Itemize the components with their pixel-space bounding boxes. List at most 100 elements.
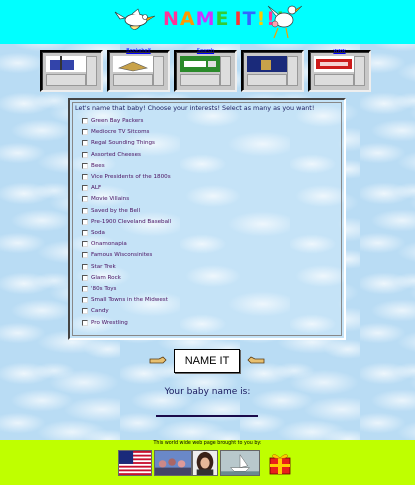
- ad-caption[interactable]: Bookshelf: [109, 48, 168, 54]
- interest-label: Green Bay Packers: [91, 118, 144, 124]
- stork-with-baby-icon: [267, 5, 303, 39]
- interest-option[interactable]: Candy: [82, 306, 109, 316]
- interest-label: Famous Wisconsinites: [91, 252, 153, 259]
- interest-checkbox[interactable]: [82, 151, 88, 158]
- form-intro-text: Let's name that baby! Choose your intere…: [75, 104, 315, 112]
- result-label: Your baby name is:: [164, 387, 251, 397]
- footer-tagline: This world wide web page brought to you …: [153, 441, 262, 446]
- interest-checkbox[interactable]: [82, 308, 88, 315]
- interest-checkbox[interactable]: [82, 241, 88, 248]
- header-banner: NAMEIT!!!: [0, 0, 415, 44]
- ad-horizontal-scrollbar[interactable]: [180, 74, 220, 86]
- interest-checkbox[interactable]: [82, 129, 88, 136]
- interest-label: Pre-1900 Cleveland Baseball: [91, 218, 172, 225]
- interest-label: Onamonapia: [91, 241, 127, 248]
- ad-vertical-scrollbar[interactable]: [287, 56, 298, 86]
- interest-label: Vice Presidents of the 1800s: [91, 174, 171, 180]
- interest-checkbox[interactable]: [82, 174, 88, 180]
- ad-bar: Bookshelf Search www: [40, 48, 373, 92]
- interest-option[interactable]: ALF: [82, 183, 101, 193]
- interest-label: '80s Toys: [91, 286, 117, 292]
- interest-option[interactable]: Vice Presidents of the 1800s: [82, 172, 171, 182]
- interest-option[interactable]: Onamonapia: [82, 239, 127, 249]
- title-letter: T: [242, 8, 257, 30]
- interest-checkbox[interactable]: [82, 196, 88, 203]
- pointing-hand-left-icon: [247, 356, 265, 364]
- ad-frame-4[interactable]: [241, 50, 304, 92]
- ad-horizontal-scrollbar[interactable]: [46, 74, 86, 86]
- interest-option[interactable]: Soda: [82, 228, 105, 238]
- ad-caption[interactable]: www: [310, 48, 369, 54]
- interest-label: Bees: [91, 162, 105, 169]
- title-letter: E: [215, 8, 230, 30]
- ad-horizontal-scrollbar[interactable]: [113, 74, 153, 86]
- interest-checkbox[interactable]: [82, 319, 88, 326]
- interest-checkbox[interactable]: [82, 297, 88, 304]
- interest-label: Saved by the Bell: [91, 207, 141, 214]
- flag-ad-icon: [46, 56, 86, 72]
- title-letter: I: [234, 8, 243, 30]
- interest-option[interactable]: Small Towns in the Midwest: [82, 295, 168, 305]
- title-letter: M: [195, 8, 216, 30]
- interest-option[interactable]: Movie Villains: [82, 194, 129, 204]
- ad-vertical-scrollbar[interactable]: [153, 56, 164, 86]
- woman-portrait[interactable]: [192, 450, 218, 476]
- interest-label: Pro Wrestling: [91, 319, 128, 326]
- interest-label: Movie Villains: [91, 196, 130, 203]
- book-ad-icon: [113, 56, 153, 72]
- stork-icon: [114, 8, 156, 30]
- ad-vertical-scrollbar[interactable]: [86, 56, 97, 86]
- result-underline: [156, 415, 258, 417]
- interest-label: Regal Sounding Things: [91, 140, 155, 147]
- boat-photo[interactable]: [220, 450, 260, 476]
- footer-sponsors: This world wide web page brought to you …: [0, 440, 415, 485]
- interest-label: Soda: [91, 230, 105, 236]
- interest-option[interactable]: Green Bay Packers: [82, 116, 143, 126]
- interest-label: Glam Rock: [91, 274, 121, 281]
- ad-caption[interactable]: Search: [176, 48, 235, 54]
- ad-frame-3[interactable]: Search: [174, 48, 237, 92]
- interest-option[interactable]: Star Trek: [82, 262, 116, 272]
- interest-label: Star Trek: [91, 263, 116, 270]
- interest-option[interactable]: Mediocre TV Sitcoms: [82, 127, 149, 137]
- interest-option[interactable]: Assorted Cheeses: [82, 150, 141, 160]
- ad-vertical-scrollbar[interactable]: [220, 56, 231, 86]
- interests-form: Let's name that baby! Choose your intere…: [68, 98, 346, 340]
- interest-option[interactable]: Glam Rock: [82, 273, 121, 283]
- interest-checkbox[interactable]: [82, 286, 88, 292]
- ad-vertical-scrollbar[interactable]: [354, 56, 365, 86]
- ad-frame-2[interactable]: Bookshelf: [107, 48, 170, 92]
- interest-checkbox[interactable]: [82, 185, 88, 192]
- ad-horizontal-scrollbar[interactable]: [247, 74, 287, 86]
- interest-checkbox[interactable]: [82, 140, 88, 147]
- interest-checkbox[interactable]: [82, 162, 88, 169]
- interest-checkbox[interactable]: [82, 274, 88, 281]
- interest-checkbox[interactable]: [82, 252, 88, 259]
- title-letter: A: [179, 8, 196, 30]
- ad-frame-1[interactable]: [40, 50, 103, 92]
- pointing-hand-right-icon: [149, 356, 167, 364]
- gift-box-icon[interactable]: [266, 450, 294, 476]
- ad-frame-5[interactable]: www: [308, 48, 371, 92]
- interest-option[interactable]: Regal Sounding Things: [82, 138, 155, 148]
- interest-option[interactable]: '80s Toys: [82, 284, 116, 294]
- crowd-photo[interactable]: [154, 450, 192, 476]
- interest-checkbox[interactable]: [82, 263, 88, 270]
- interest-label: Assorted Cheeses: [91, 151, 141, 158]
- interest-option[interactable]: Pro Wrestling: [82, 318, 128, 328]
- search-ad-icon: [180, 56, 220, 72]
- interest-option[interactable]: Famous Wisconsinites: [82, 250, 152, 260]
- banner-ad-icon: [314, 56, 354, 72]
- interest-option[interactable]: Saved by the Bell: [82, 206, 140, 216]
- interest-checkbox[interactable]: [82, 230, 88, 236]
- window-ad-icon: [247, 56, 287, 72]
- interest-checkbox[interactable]: [82, 207, 88, 214]
- interest-label: Candy: [91, 308, 109, 315]
- name-it-button[interactable]: NAME IT: [174, 349, 240, 373]
- interest-checkbox[interactable]: [82, 218, 88, 225]
- interest-option[interactable]: Pre-1900 Cleveland Baseball: [82, 217, 171, 227]
- interest-checkbox[interactable]: [82, 118, 88, 124]
- interest-option[interactable]: Bees: [82, 161, 105, 171]
- ad-horizontal-scrollbar[interactable]: [314, 74, 354, 86]
- us-flag-icon[interactable]: [118, 450, 152, 476]
